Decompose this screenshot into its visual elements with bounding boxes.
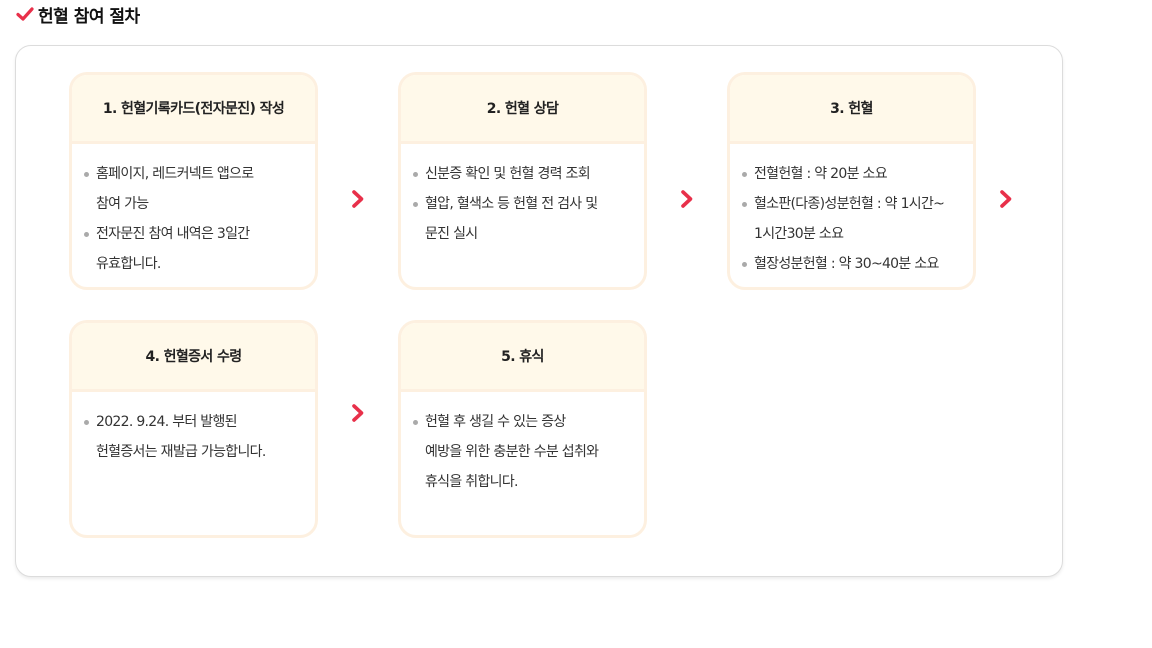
- chevron-right-icon: [352, 190, 364, 208]
- item-line: 예방을 위한 충분한 수분 섭취와: [425, 444, 599, 460]
- step-title: 4. 헌혈증서 수령: [72, 323, 315, 392]
- list-item: 전혈헌혈 : 약 20분 소요: [739, 159, 965, 189]
- section-title: 헌혈 참여 절차: [38, 6, 140, 27]
- step-title: 5. 휴식: [401, 323, 644, 392]
- list-item: 2022. 9.24. 부터 발행된헌혈증서는 재발급 가능합니다.: [81, 407, 307, 467]
- step-card-1: 1. 헌혈기록카드(전자문진) 작성 홈페이지, 레드커넥트 앱으로참여 가능 …: [69, 72, 318, 290]
- list-item: 혈장성분헌혈 : 약 30~40분 소요: [739, 249, 965, 279]
- section-heading: 헌혈 참여 절차: [16, 2, 140, 27]
- step-body: 2022. 9.24. 부터 발행된헌혈증서는 재발급 가능합니다.: [72, 392, 315, 467]
- item-line: 혈소판(다종)성분헌혈 : 약 1시간~: [754, 196, 945, 212]
- check-icon: [16, 7, 34, 21]
- chevron-right-icon: [352, 404, 364, 422]
- item-line: 헌혈 후 생길 수 있는 증상: [425, 414, 566, 430]
- step-card-2: 2. 헌혈 상담 신분증 확인 및 헌혈 경력 조회 혈압, 혈색소 등 헌혈 …: [398, 72, 647, 290]
- step-title: 3. 헌혈: [730, 75, 973, 144]
- item-line: 유효합니다.: [96, 256, 161, 272]
- item-line: 전혈헌혈 : 약 20분 소요: [754, 166, 888, 182]
- item-line: 전자문진 참여 내역은 3일간: [96, 226, 250, 242]
- step-card-3: 3. 헌혈 전혈헌혈 : 약 20분 소요 혈소판(다종)성분헌혈 : 약 1시…: [727, 72, 976, 290]
- list-item: 헌혈 후 생길 수 있는 증상예방을 위한 충분한 수분 섭취와휴식을 취합니다…: [410, 407, 636, 497]
- step-body: 홈페이지, 레드커넥트 앱으로참여 가능 전자문진 참여 내역은 3일간유효합니…: [72, 144, 315, 279]
- list-item: 혈소판(다종)성분헌혈 : 약 1시간~ 1시간30분 소요: [739, 189, 965, 249]
- step-body: 신분증 확인 및 헌혈 경력 조회 혈압, 혈색소 등 헌혈 전 검사 및문진 …: [401, 144, 644, 249]
- item-line: 2022. 9.24. 부터 발행된: [96, 414, 238, 430]
- item-line: 헌혈증서는 재발급 가능합니다.: [96, 444, 266, 460]
- bullet-icon: [413, 172, 418, 177]
- bullet-icon: [413, 420, 418, 425]
- list-item: 혈압, 혈색소 등 헌혈 전 검사 및문진 실시: [410, 189, 636, 249]
- step-body: 전혈헌혈 : 약 20분 소요 혈소판(다종)성분헌혈 : 약 1시간~ 1시간3…: [730, 144, 973, 279]
- item-line: 문진 실시: [425, 226, 478, 242]
- item-line: 혈압, 혈색소 등 헌혈 전 검사 및: [425, 196, 598, 212]
- bullet-icon: [742, 202, 747, 207]
- item-line: 혈장성분헌혈 : 약 30~40분 소요: [754, 256, 939, 272]
- bullet-icon: [413, 202, 418, 207]
- item-line: 신분증 확인 및 헌혈 경력 조회: [425, 166, 591, 182]
- step-card-4: 4. 헌혈증서 수령 2022. 9.24. 부터 발행된헌혈증서는 재발급 가…: [69, 320, 318, 538]
- item-line: 참여 가능: [96, 196, 149, 212]
- step-body: 헌혈 후 생길 수 있는 증상예방을 위한 충분한 수분 섭취와휴식을 취합니다…: [401, 392, 644, 497]
- list-item: 홈페이지, 레드커넥트 앱으로참여 가능: [81, 159, 307, 219]
- step-title: 2. 헌혈 상담: [401, 75, 644, 144]
- step-title: 1. 헌혈기록카드(전자문진) 작성: [72, 75, 315, 144]
- item-line: 휴식을 취합니다.: [425, 474, 518, 490]
- bullet-icon: [742, 172, 747, 177]
- bullet-icon: [84, 420, 89, 425]
- step-card-5: 5. 휴식 헌혈 후 생길 수 있는 증상예방을 위한 충분한 수분 섭취와휴식…: [398, 320, 647, 538]
- item-line: 홈페이지, 레드커넥트 앱으로: [96, 166, 254, 182]
- list-item: 신분증 확인 및 헌혈 경력 조회: [410, 159, 636, 189]
- list-item: 전자문진 참여 내역은 3일간유효합니다.: [81, 219, 307, 279]
- chevron-right-icon: [681, 190, 693, 208]
- bullet-icon: [742, 262, 747, 267]
- item-line: 1시간30분 소요: [754, 226, 844, 242]
- chevron-right-icon: [1000, 190, 1012, 208]
- bullet-icon: [84, 172, 89, 177]
- bullet-icon: [84, 232, 89, 237]
